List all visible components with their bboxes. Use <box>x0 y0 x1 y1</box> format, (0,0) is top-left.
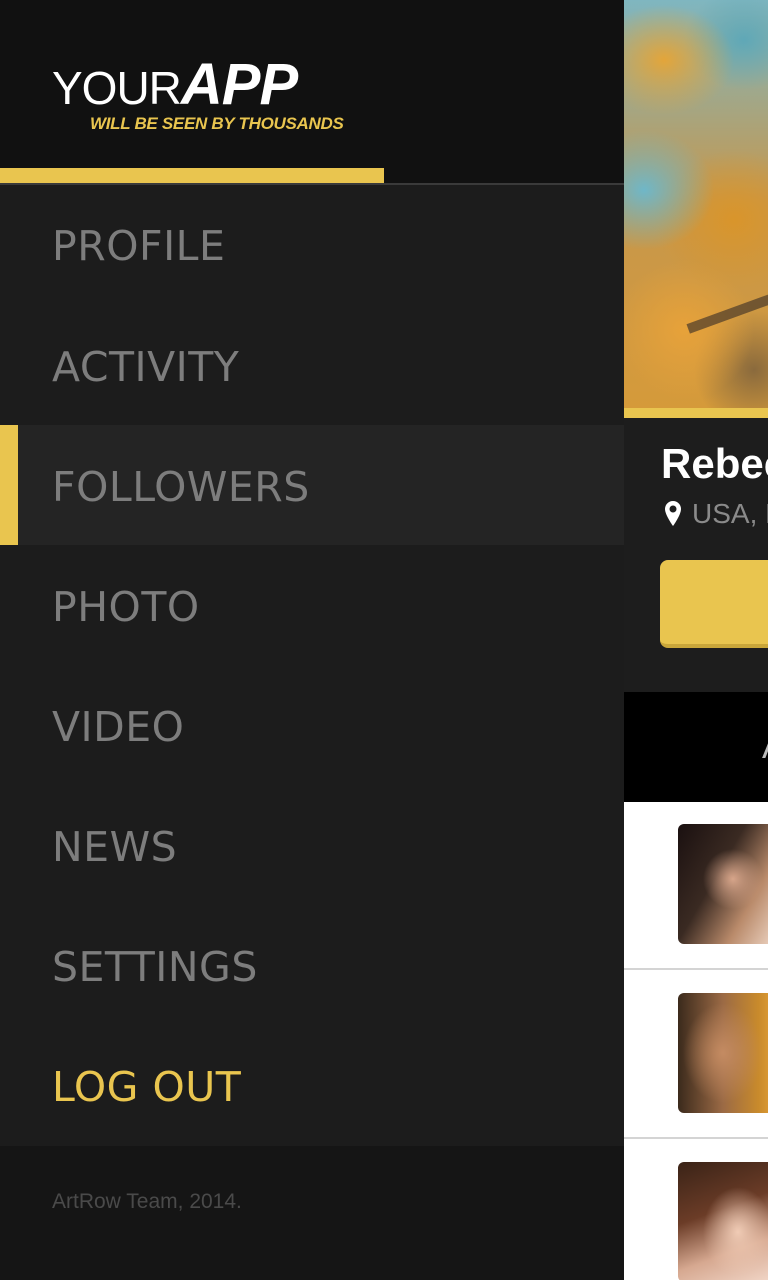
app-logo: YOURAPP WILL BE SEEN BY THOUSANDS <box>52 56 344 134</box>
menu-item-label: PHOTO <box>52 583 200 631</box>
menu-item-logout[interactable]: LOG OUT <box>0 1025 624 1145</box>
logo-text-app: APP <box>180 52 298 117</box>
avatar <box>678 1162 768 1280</box>
menu-item-settings[interactable]: SETTINGS <box>0 905 624 1025</box>
active-indicator <box>0 425 18 545</box>
profile-info-panel: Rebec USA, F <box>624 418 768 692</box>
profile-tabs-bar: A <box>624 692 768 802</box>
avatar <box>678 993 768 1113</box>
profile-cover-image <box>624 0 768 408</box>
followers-list <box>624 802 768 1280</box>
list-item[interactable] <box>624 802 768 970</box>
menu-item-label: SETTINGS <box>52 943 258 991</box>
location-text: USA, F <box>692 498 768 529</box>
follow-button[interactable] <box>660 560 768 648</box>
list-item[interactable] <box>624 971 768 1139</box>
map-pin-icon <box>665 501 681 526</box>
menu-item-video[interactable]: VIDEO <box>0 665 624 785</box>
menu-item-photo[interactable]: PHOTO <box>0 545 624 665</box>
drawer-header: YOURAPP WILL BE SEEN BY THOUSANDS <box>0 0 624 185</box>
tab-label-partial[interactable]: A <box>762 728 768 767</box>
profile-location: USA, F <box>664 498 768 530</box>
drawer-footer: ArtRow Team, 2014. <box>0 1146 624 1280</box>
menu-item-profile[interactable]: PROFILE <box>0 185 624 305</box>
menu-item-label: FOLLOWERS <box>52 463 310 511</box>
menu-item-activity[interactable]: ACTIVITY <box>0 305 624 425</box>
cover-accent-bar <box>624 408 768 418</box>
menu-item-label: VIDEO <box>52 703 185 751</box>
header-accent-bar <box>0 168 384 183</box>
list-item[interactable] <box>624 1140 768 1280</box>
menu-item-label: LOG OUT <box>52 1063 242 1111</box>
profile-name: Rebec <box>661 440 768 487</box>
drawer-menu: PROFILE ACTIVITY FOLLOWERS PHOTO VIDEO N… <box>0 185 624 1145</box>
navigation-drawer: YOURAPP WILL BE SEEN BY THOUSANDS PROFIL… <box>0 0 624 1280</box>
menu-item-followers[interactable]: FOLLOWERS <box>0 425 624 545</box>
logo-tagline: WILL BE SEEN BY THOUSANDS <box>90 114 344 133</box>
menu-item-label: PROFILE <box>52 222 226 270</box>
menu-item-news[interactable]: NEWS <box>0 785 624 905</box>
avatar <box>678 824 768 944</box>
menu-item-label: NEWS <box>52 823 178 871</box>
footer-copyright: ArtRow Team, 2014. <box>52 1190 242 1213</box>
menu-item-label: ACTIVITY <box>52 343 240 391</box>
logo-text-your: YOUR <box>52 62 182 114</box>
